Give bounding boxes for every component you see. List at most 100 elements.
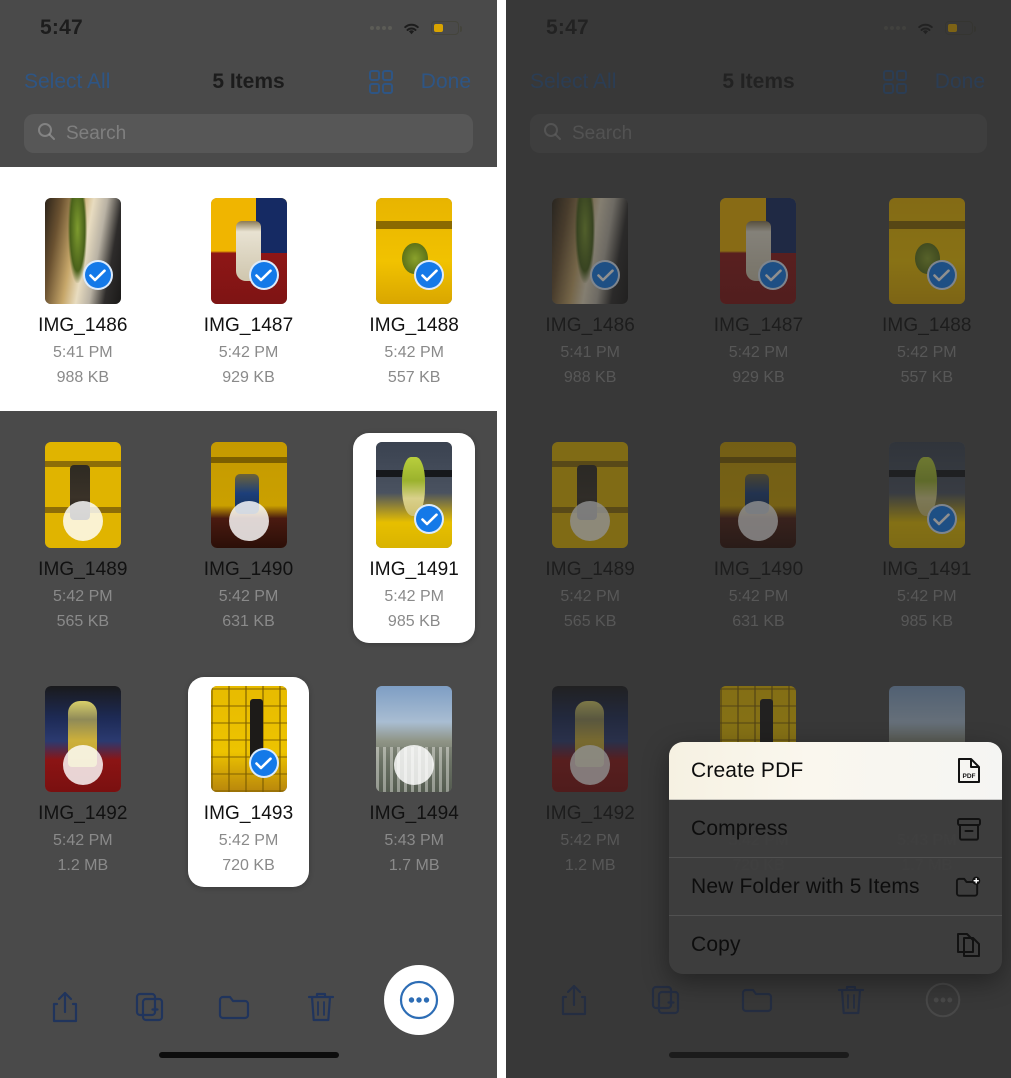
selected-check-icon bbox=[590, 260, 621, 290]
trash-icon[interactable] bbox=[829, 978, 873, 1022]
file-size: 988 KB bbox=[56, 369, 110, 386]
file-thumbnail[interactable] bbox=[376, 198, 453, 304]
file-size: 631 KB bbox=[732, 613, 785, 630]
selected-check-icon bbox=[248, 260, 279, 290]
file-thumbnail[interactable] bbox=[552, 686, 629, 792]
folder-icon[interactable] bbox=[736, 978, 780, 1022]
file-time: 5:42 PM bbox=[218, 588, 279, 605]
file-thumbnail[interactable] bbox=[888, 198, 965, 304]
duplicate-icon[interactable] bbox=[128, 985, 172, 1029]
file-grid-row-3: IMG_1492 5:42 PM 1.2 MB IMG_1493 5:42 PM… bbox=[0, 655, 497, 899]
file-cell[interactable]: IMG_1492 5:42 PM 1.2 MB bbox=[506, 655, 674, 899]
search-input[interactable]: Search bbox=[24, 114, 473, 153]
file-size: 720 KB bbox=[222, 857, 275, 874]
file-time: 5:42 PM bbox=[218, 344, 279, 361]
search-input[interactable]: Search bbox=[530, 114, 987, 153]
menu-item-compress[interactable]: Compress bbox=[669, 800, 1002, 858]
file-row-band-2: IMG_1489 5:42 PM 565 KB IMG_1490 5:42 PM… bbox=[0, 411, 497, 655]
file-thumbnail[interactable] bbox=[210, 198, 287, 304]
folder-icon[interactable] bbox=[213, 985, 257, 1029]
wifi-icon bbox=[915, 21, 936, 36]
file-cell[interactable]: IMG_1494 5:43 PM 1.7 MB bbox=[331, 655, 497, 899]
file-cell[interactable]: IMG_1490 5:42 PM 631 KB bbox=[166, 411, 332, 655]
file-time: 5:42 PM bbox=[728, 588, 789, 605]
file-cell[interactable]: IMG_1486 5:41 PM 988 KB bbox=[0, 167, 166, 411]
grid-view-icon[interactable] bbox=[882, 69, 908, 95]
menu-item-copy[interactable]: Copy bbox=[669, 916, 1002, 974]
archive-box-icon bbox=[955, 815, 982, 843]
context-menu: Create PDF PDF Compress New Folder with … bbox=[669, 742, 1002, 974]
highlighted-file-card[interactable]: IMG_1493 5:42 PM 720 KB bbox=[187, 677, 310, 887]
file-size: 565 KB bbox=[563, 613, 617, 630]
file-time: 5:41 PM bbox=[560, 344, 620, 361]
file-time: 5:42 PM bbox=[728, 344, 789, 361]
status-bar: 5:47 bbox=[0, 0, 497, 56]
more-ellipsis-icon[interactable] bbox=[921, 978, 965, 1022]
file-cell[interactable]: IMG_1489 5:42 PM 565 KB bbox=[0, 411, 166, 655]
file-name: IMG_1491 bbox=[882, 559, 972, 580]
file-thumbnail[interactable] bbox=[720, 198, 797, 304]
svg-text:PDF: PDF bbox=[962, 773, 975, 780]
file-cell[interactable]: IMG_1492 5:42 PM 1.2 MB bbox=[0, 655, 166, 899]
trash-icon[interactable] bbox=[299, 985, 343, 1029]
file-thumbnail[interactable] bbox=[720, 442, 797, 548]
file-thumbnail[interactable] bbox=[44, 686, 121, 792]
file-cell[interactable]: IMG_1490 5:42 PM 631 KB bbox=[674, 411, 842, 655]
more-ellipsis-icon[interactable] bbox=[384, 965, 455, 1035]
file-cell[interactable]: IMG_1487 5:42 PM 929 KB bbox=[166, 167, 332, 411]
selected-check-icon bbox=[414, 260, 445, 290]
file-name: IMG_1491 bbox=[369, 559, 459, 580]
select-all-button[interactable]: Select All bbox=[530, 70, 616, 94]
share-icon[interactable] bbox=[552, 978, 596, 1022]
file-thumbnail[interactable] bbox=[888, 442, 965, 548]
file-cell[interactable]: IMG_1488 5:42 PM 557 KB bbox=[843, 167, 1011, 411]
file-cell[interactable]: IMG_1493 5:42 PM 720 KB bbox=[166, 655, 332, 899]
selected-check-icon bbox=[248, 748, 279, 778]
file-thumbnail[interactable] bbox=[44, 442, 121, 548]
menu-item-label: Compress bbox=[691, 816, 788, 840]
file-thumbnail[interactable] bbox=[210, 686, 287, 792]
file-cell[interactable]: IMG_1486 5:41 PM 988 KB bbox=[506, 167, 674, 411]
file-size: 1.2 MB bbox=[57, 857, 109, 874]
loading-dot-badge bbox=[738, 501, 779, 542]
file-thumbnail[interactable] bbox=[552, 198, 629, 304]
search-container: Search bbox=[506, 108, 1011, 167]
done-button[interactable]: Done bbox=[421, 70, 471, 94]
battery-icon bbox=[945, 21, 976, 35]
bottom-toolbar bbox=[506, 960, 1011, 1078]
file-size: 929 KB bbox=[732, 369, 785, 386]
menu-item-new-folder[interactable]: New Folder with 5 Items bbox=[669, 858, 1002, 916]
file-time: 5:42 PM bbox=[384, 344, 444, 361]
file-thumbnail[interactable] bbox=[376, 442, 453, 548]
status-bar: 5:47 bbox=[506, 0, 1011, 56]
loading-dot-badge bbox=[62, 501, 103, 542]
file-name: IMG_1488 bbox=[882, 315, 972, 336]
loading-dot-badge bbox=[228, 501, 269, 542]
home-indicator bbox=[668, 1052, 849, 1058]
navigation-bar: Select All 5 Items Done bbox=[506, 56, 1011, 108]
grid-view-icon[interactable] bbox=[368, 69, 394, 95]
file-thumbnail[interactable] bbox=[552, 442, 629, 548]
file-cell[interactable]: IMG_1488 5:42 PM 557 KB bbox=[331, 167, 497, 411]
share-icon[interactable] bbox=[43, 985, 87, 1029]
menu-item-create-pdf[interactable]: Create PDF PDF bbox=[669, 742, 1002, 800]
select-all-button[interactable]: Select All bbox=[24, 70, 110, 94]
highlighted-file-card[interactable]: IMG_1491 5:42 PM 985 KB bbox=[353, 433, 475, 643]
file-cell[interactable]: IMG_1487 5:42 PM 929 KB bbox=[674, 167, 842, 411]
right-phone-panel: 5:47 Select All 5 Items Done Search IMG_… bbox=[506, 0, 1011, 1078]
file-row-band-3: IMG_1492 5:42 PM 1.2 MB IMG_1493 5:42 PM… bbox=[0, 655, 497, 899]
file-thumbnail[interactable] bbox=[44, 198, 121, 304]
file-cell[interactable]: IMG_1491 5:42 PM 985 KB bbox=[843, 411, 1011, 655]
file-name: IMG_1486 bbox=[545, 315, 635, 336]
file-cell[interactable]: IMG_1491 5:42 PM 985 KB bbox=[331, 411, 497, 655]
file-cell[interactable]: IMG_1489 5:42 PM 565 KB bbox=[506, 411, 674, 655]
home-indicator bbox=[158, 1052, 339, 1058]
done-button[interactable]: Done bbox=[935, 70, 985, 94]
duplicate-icon[interactable] bbox=[644, 978, 688, 1022]
file-size: 929 KB bbox=[222, 369, 275, 386]
file-thumbnail[interactable] bbox=[376, 686, 453, 792]
file-row-band-1: IMG_1486 5:41 PM 988 KB IMG_1487 5:42 PM… bbox=[0, 167, 497, 411]
file-name: IMG_1487 bbox=[713, 315, 804, 336]
file-thumbnail[interactable] bbox=[210, 442, 287, 548]
file-time: 5:42 PM bbox=[384, 588, 444, 605]
